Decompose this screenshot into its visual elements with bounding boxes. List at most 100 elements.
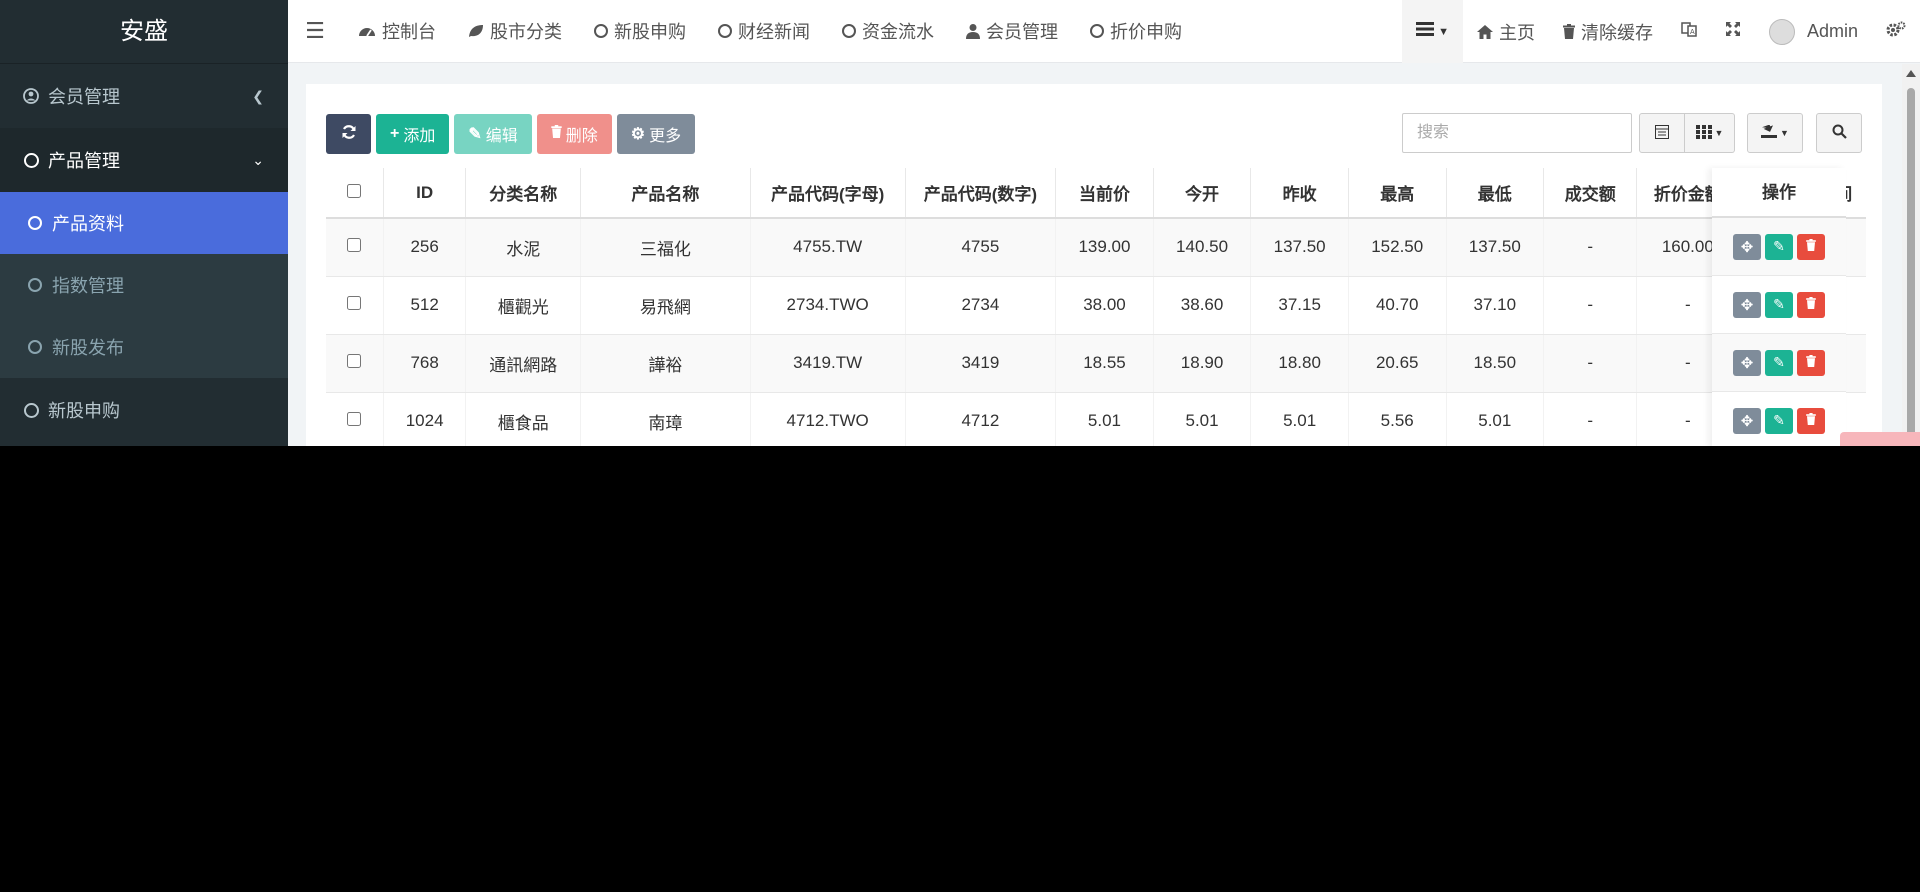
columns-dropdown[interactable]: ▼ bbox=[1685, 113, 1735, 153]
advanced-search-button[interactable] bbox=[1816, 113, 1862, 153]
nav-tab-label: 资金流水 bbox=[862, 22, 934, 42]
delete-button[interactable]: 删除 bbox=[536, 114, 612, 154]
nav-tab-dashboard[interactable]: 控制台 bbox=[342, 0, 452, 63]
actions-row: ✥ ✎ bbox=[1712, 392, 1846, 446]
row-checkbox[interactable] bbox=[347, 354, 362, 368]
column-header[interactable]: 分类名称 bbox=[465, 168, 582, 219]
circle-icon bbox=[594, 24, 608, 38]
fullscreen-button[interactable] bbox=[1711, 0, 1755, 63]
sidebar-item-products[interactable]: 产品管理 ⌄ bbox=[0, 128, 288, 192]
table-cell: 18.50 bbox=[1446, 334, 1545, 393]
column-header[interactable]: 最高 bbox=[1348, 168, 1447, 219]
drag-handle-button[interactable]: ✥ bbox=[1733, 349, 1761, 376]
column-header[interactable]: 成交额 bbox=[1543, 168, 1638, 219]
sidebar-subitem-index[interactable]: 指数管理 bbox=[0, 254, 288, 316]
table-row[interactable]: 1024 櫃食品 南璋 4712.TWO 4712 5.01 5.01 5.01… bbox=[326, 392, 1866, 446]
table-row[interactable]: 512 櫃觀光 易飛網 2734.TWO 2734 38.00 38.60 37… bbox=[326, 276, 1866, 335]
row-edit-button[interactable]: ✎ bbox=[1765, 407, 1793, 434]
user-menu[interactable]: Admin bbox=[1755, 0, 1872, 63]
floating-tab[interactable] bbox=[1840, 432, 1920, 446]
refresh-button[interactable] bbox=[326, 114, 371, 154]
nav-tab-funds[interactable]: 资金流水 bbox=[826, 0, 950, 63]
sidebar-item-members[interactable]: 会员管理 ❮ bbox=[0, 64, 288, 128]
row-delete-button[interactable] bbox=[1797, 291, 1825, 318]
edit-button[interactable]: ✎ 编辑 bbox=[454, 114, 532, 154]
table-row[interactable]: 256 水泥 三福化 4755.TW 4755 139.00 140.50 13… bbox=[326, 218, 1866, 277]
avatar bbox=[1768, 18, 1795, 45]
settings-button[interactable] bbox=[1872, 0, 1920, 63]
table-cell: 20.65 bbox=[1348, 334, 1447, 393]
table-cell: 18.80 bbox=[1250, 334, 1349, 393]
sidebar-subitem-ipo-release[interactable]: 新股发布 bbox=[0, 316, 288, 378]
pencil-icon: ✎ bbox=[468, 126, 482, 143]
drag-handle-button[interactable]: ✥ bbox=[1733, 233, 1761, 260]
sidebar-subitem-product-info[interactable]: 产品资料 bbox=[0, 192, 288, 254]
sidebar-item-label: 会员管理 bbox=[48, 87, 120, 107]
svg-text:A: A bbox=[1690, 29, 1695, 36]
content-panel: + 添加 ✎ 编辑 删除 ⚙ 更多 搜索 ▼ ▼ ID 分类名称 产品名称 产品… bbox=[306, 84, 1882, 446]
select-all-checkbox[interactable] bbox=[347, 183, 362, 198]
column-header[interactable]: ID bbox=[383, 168, 467, 219]
nav-tab-members[interactable]: 会员管理 bbox=[950, 0, 1074, 63]
column-header[interactable]: 今开 bbox=[1153, 168, 1252, 219]
table-row[interactable]: 768 通訊網路 譁裕 3419.TW 3419 18.55 18.90 18.… bbox=[326, 334, 1866, 393]
row-checkbox[interactable] bbox=[347, 412, 362, 426]
row-delete-button[interactable] bbox=[1797, 407, 1825, 434]
scrollbar-thumb[interactable] bbox=[1907, 88, 1915, 446]
nav-tab-discount[interactable]: 折价申购 bbox=[1074, 0, 1198, 63]
home-link[interactable]: 主页 bbox=[1463, 0, 1549, 63]
nav-tab-label: 折价申购 bbox=[1110, 22, 1182, 42]
advanced-search-tools bbox=[1816, 113, 1862, 153]
add-label: 添加 bbox=[403, 128, 436, 145]
actions-row: ✥ ✎ bbox=[1712, 334, 1846, 392]
menu-toggle-icon[interactable]: ☰ bbox=[288, 0, 342, 63]
vertical-scrollbar[interactable] bbox=[1902, 64, 1920, 446]
scroll-up-arrow-icon[interactable] bbox=[1906, 70, 1916, 77]
nav-list-dropdown[interactable]: ▼ bbox=[1402, 0, 1463, 63]
trash-icon bbox=[1806, 238, 1816, 256]
row-edit-button[interactable]: ✎ bbox=[1765, 349, 1793, 376]
row-delete-button[interactable] bbox=[1797, 233, 1825, 260]
toggle-view-button[interactable] bbox=[1639, 113, 1685, 153]
row-edit-button[interactable]: ✎ bbox=[1765, 233, 1793, 260]
pencil-icon: ✎ bbox=[1773, 412, 1785, 428]
translate-button[interactable]: A bbox=[1667, 0, 1711, 63]
table-cell: 37.10 bbox=[1446, 276, 1545, 335]
row-edit-button[interactable]: ✎ bbox=[1765, 291, 1793, 318]
column-header[interactable]: 当前价 bbox=[1055, 168, 1154, 219]
app-logo[interactable]: 安盛 bbox=[0, 0, 288, 64]
navbar-right: ▼ 主页 清除缓存 A Admin bbox=[1402, 0, 1920, 63]
trash-icon bbox=[1562, 24, 1575, 39]
table-cell: 5.01 bbox=[1250, 392, 1349, 446]
column-header[interactable]: 产品名称 bbox=[580, 168, 751, 219]
table-cell: 137.50 bbox=[1446, 218, 1545, 277]
table-cell: 4755 bbox=[905, 218, 1057, 277]
more-button[interactable]: ⚙ 更多 bbox=[616, 114, 696, 154]
nav-tab-news[interactable]: 财经新闻 bbox=[702, 0, 826, 63]
row-checkbox[interactable] bbox=[347, 296, 362, 310]
row-checkbox[interactable] bbox=[347, 238, 362, 253]
search-icon bbox=[1832, 124, 1847, 142]
user-name: Admin bbox=[1806, 21, 1858, 41]
nav-tab-ipo[interactable]: 新股申购 bbox=[578, 0, 702, 63]
clear-cache-button[interactable]: 清除缓存 bbox=[1549, 0, 1667, 63]
column-header[interactable]: 产品代码(数字) bbox=[905, 168, 1057, 219]
table-cell: 5.01 bbox=[1055, 392, 1154, 446]
drag-handle-button[interactable]: ✥ bbox=[1733, 407, 1761, 434]
more-label: 更多 bbox=[649, 128, 682, 145]
search-input[interactable] bbox=[1402, 113, 1632, 153]
actions-row: ✥ ✎ bbox=[1712, 218, 1846, 276]
table-cell: 152.50 bbox=[1348, 218, 1447, 277]
nav-tab-stock-category[interactable]: 股市分类 bbox=[452, 0, 578, 63]
column-header[interactable]: 最低 bbox=[1446, 168, 1545, 219]
row-delete-button[interactable] bbox=[1797, 349, 1825, 376]
refresh-icon bbox=[341, 124, 357, 145]
add-button[interactable]: + 添加 bbox=[376, 114, 450, 154]
sidebar-item-ipo[interactable]: 新股申购 bbox=[0, 378, 288, 442]
export-dropdown[interactable]: ▼ bbox=[1747, 113, 1803, 153]
column-header[interactable]: 产品代码(字母) bbox=[750, 168, 906, 219]
drag-handle-button[interactable]: ✥ bbox=[1733, 291, 1761, 318]
move-icon: ✥ bbox=[1740, 412, 1754, 430]
column-header[interactable]: 昨收 bbox=[1250, 168, 1349, 219]
table-cell: - bbox=[1543, 218, 1638, 277]
